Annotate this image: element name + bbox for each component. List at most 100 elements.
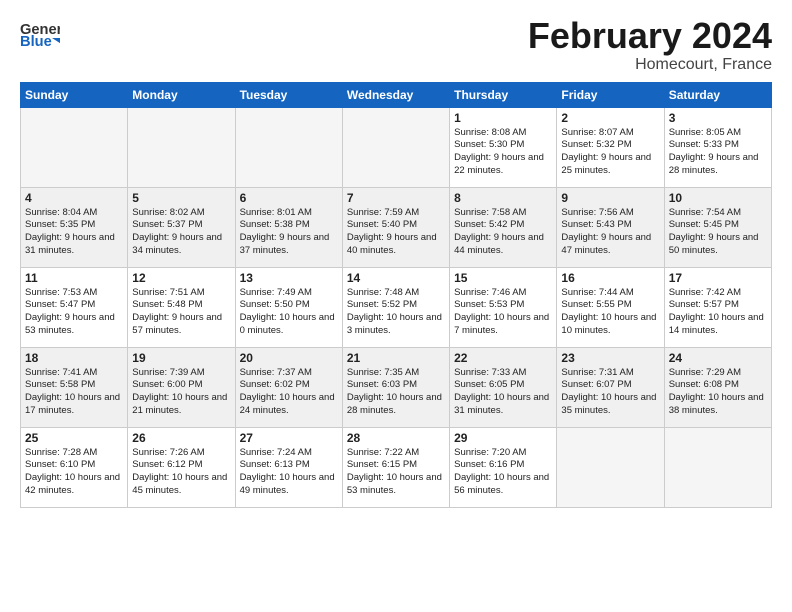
- day-number: 11: [25, 271, 123, 285]
- calendar-cell: 16 Sunrise: 7:44 AM Sunset: 5:55 PM Dayli…: [557, 267, 664, 347]
- calendar-week-row: 1 Sunrise: 8:08 AM Sunset: 5:30 PM Daylig…: [21, 107, 772, 187]
- cell-info: Sunrise: 7:28 AM Sunset: 6:10 PM Dayligh…: [25, 447, 123, 498]
- title-section: February 2024 Homecourt, France: [528, 16, 772, 74]
- day-number: 7: [347, 191, 445, 205]
- day-number: 26: [132, 431, 230, 445]
- day-number: 2: [561, 111, 659, 125]
- day-number: 25: [25, 431, 123, 445]
- calendar-week-row: 4Sunrise: 8:04 AM Sunset: 5:35 PM Daylig…: [21, 187, 772, 267]
- calendar-cell: 14 Sunrise: 7:48 AM Sunset: 5:52 PM Dayli…: [342, 267, 449, 347]
- day-number: 28: [347, 431, 445, 445]
- calendar-header-saturday: Saturday: [664, 82, 771, 107]
- calendar-cell: 3 Sunrise: 8:05 AM Sunset: 5:33 PM Daylig…: [664, 107, 771, 187]
- logo: General Blue: [20, 16, 64, 56]
- cell-info: Sunrise: 7:53 AM Sunset: 5:47 PM Dayligh…: [25, 287, 123, 338]
- location: Homecourt, France: [528, 56, 772, 74]
- calendar-cell: 10Sunrise: 7:54 AM Sunset: 5:45 PM Dayli…: [664, 187, 771, 267]
- day-number: 22: [454, 351, 552, 365]
- calendar-cell: [235, 107, 342, 187]
- calendar-cell: 13 Sunrise: 7:49 AM Sunset: 5:50 PM Dayli…: [235, 267, 342, 347]
- day-number: 9: [561, 191, 659, 205]
- cell-info: Sunrise: 8:01 AM Sunset: 5:38 PM Dayligh…: [240, 207, 338, 258]
- calendar-cell: 25 Sunrise: 7:28 AM Sunset: 6:10 PM Dayli…: [21, 427, 128, 507]
- calendar-cell: 17Sunrise: 7:42 AM Sunset: 5:57 PM Dayli…: [664, 267, 771, 347]
- cell-info: Sunrise: 8:05 AM Sunset: 5:33 PM Dayligh…: [669, 127, 767, 178]
- calendar-cell: 23Sunrise: 7:31 AM Sunset: 6:07 PM Dayli…: [557, 347, 664, 427]
- calendar-header-monday: Monday: [128, 82, 235, 107]
- cell-info: Sunrise: 7:22 AM Sunset: 6:15 PM Dayligh…: [347, 447, 445, 498]
- cell-info: Sunrise: 7:58 AM Sunset: 5:42 PM Dayligh…: [454, 207, 552, 258]
- cell-info: Sunrise: 7:35 AM Sunset: 6:03 PM Dayligh…: [347, 367, 445, 418]
- calendar-cell: 18 Sunrise: 7:41 AM Sunset: 5:58 PM Dayli…: [21, 347, 128, 427]
- calendar-header-tuesday: Tuesday: [235, 82, 342, 107]
- calendar-week-row: 18 Sunrise: 7:41 AM Sunset: 5:58 PM Dayli…: [21, 347, 772, 427]
- calendar-cell: 27Sunrise: 7:24 AM Sunset: 6:13 PM Dayli…: [235, 427, 342, 507]
- day-number: 13: [240, 271, 338, 285]
- calendar-week-row: 25 Sunrise: 7:28 AM Sunset: 6:10 PM Dayli…: [21, 427, 772, 507]
- day-number: 19: [132, 351, 230, 365]
- calendar-cell: 12Sunrise: 7:51 AM Sunset: 5:48 PM Dayli…: [128, 267, 235, 347]
- day-number: 14: [347, 271, 445, 285]
- calendar-cell: 7Sunrise: 7:59 AM Sunset: 5:40 PM Daylig…: [342, 187, 449, 267]
- calendar-cell: 4Sunrise: 8:04 AM Sunset: 5:35 PM Daylig…: [21, 187, 128, 267]
- calendar-header-sunday: Sunday: [21, 82, 128, 107]
- svg-text:Blue: Blue: [20, 34, 52, 50]
- day-number: 18: [25, 351, 123, 365]
- calendar-cell: [557, 427, 664, 507]
- calendar-cell: [664, 427, 771, 507]
- calendar-cell: 1 Sunrise: 8:08 AM Sunset: 5:30 PM Daylig…: [450, 107, 557, 187]
- calendar-cell: [342, 107, 449, 187]
- cell-info: Sunrise: 7:44 AM Sunset: 5:55 PM Dayligh…: [561, 287, 659, 338]
- calendar-table: SundayMondayTuesdayWednesdayThursdayFrid…: [20, 82, 772, 508]
- cell-info: Sunrise: 7:20 AM Sunset: 6:16 PM Dayligh…: [454, 447, 552, 498]
- calendar-cell: 28 Sunrise: 7:22 AM Sunset: 6:15 PM Dayli…: [342, 427, 449, 507]
- calendar-cell: 24 Sunrise: 7:29 AM Sunset: 6:08 PM Dayli…: [664, 347, 771, 427]
- calendar-cell: 26 Sunrise: 7:26 AM Sunset: 6:12 PM Dayli…: [128, 427, 235, 507]
- day-number: 1: [454, 111, 552, 125]
- cell-info: Sunrise: 8:07 AM Sunset: 5:32 PM Dayligh…: [561, 127, 659, 178]
- calendar-cell: 21 Sunrise: 7:35 AM Sunset: 6:03 PM Dayli…: [342, 347, 449, 427]
- cell-info: Sunrise: 7:56 AM Sunset: 5:43 PM Dayligh…: [561, 207, 659, 258]
- calendar-cell: 22 Sunrise: 7:33 AM Sunset: 6:05 PM Dayli…: [450, 347, 557, 427]
- day-number: 24: [669, 351, 767, 365]
- day-number: 20: [240, 351, 338, 365]
- cell-info: Sunrise: 7:51 AM Sunset: 5:48 PM Dayligh…: [132, 287, 230, 338]
- calendar-cell: 11 Sunrise: 7:53 AM Sunset: 5:47 PM Dayli…: [21, 267, 128, 347]
- day-number: 15: [454, 271, 552, 285]
- calendar-header-row: SundayMondayTuesdayWednesdayThursdayFrid…: [21, 82, 772, 107]
- cell-info: Sunrise: 7:29 AM Sunset: 6:08 PM Dayligh…: [669, 367, 767, 418]
- calendar-cell: [21, 107, 128, 187]
- day-number: 29: [454, 431, 552, 445]
- calendar-cell: 19 Sunrise: 7:39 AM Sunset: 6:00 PM Dayli…: [128, 347, 235, 427]
- month-title: February 2024: [528, 16, 772, 56]
- cell-info: Sunrise: 7:37 AM Sunset: 6:02 PM Dayligh…: [240, 367, 338, 418]
- calendar-cell: 5Sunrise: 8:02 AM Sunset: 5:37 PM Daylig…: [128, 187, 235, 267]
- day-number: 10: [669, 191, 767, 205]
- calendar-cell: 15 Sunrise: 7:46 AM Sunset: 5:53 PM Dayli…: [450, 267, 557, 347]
- day-number: 3: [669, 111, 767, 125]
- calendar-week-row: 11 Sunrise: 7:53 AM Sunset: 5:47 PM Dayli…: [21, 267, 772, 347]
- cell-info: Sunrise: 7:48 AM Sunset: 5:52 PM Dayligh…: [347, 287, 445, 338]
- calendar-cell: 2 Sunrise: 8:07 AM Sunset: 5:32 PM Daylig…: [557, 107, 664, 187]
- day-number: 4: [25, 191, 123, 205]
- cell-info: Sunrise: 7:33 AM Sunset: 6:05 PM Dayligh…: [454, 367, 552, 418]
- calendar-cell: 20 Sunrise: 7:37 AM Sunset: 6:02 PM Dayli…: [235, 347, 342, 427]
- cell-info: Sunrise: 8:08 AM Sunset: 5:30 PM Dayligh…: [454, 127, 552, 178]
- day-number: 23: [561, 351, 659, 365]
- page: General Blue February 2024 Homecourt, Fr…: [0, 0, 792, 612]
- day-number: 5: [132, 191, 230, 205]
- day-number: 21: [347, 351, 445, 365]
- cell-info: Sunrise: 7:49 AM Sunset: 5:50 PM Dayligh…: [240, 287, 338, 338]
- cell-info: Sunrise: 7:24 AM Sunset: 6:13 PM Dayligh…: [240, 447, 338, 498]
- cell-info: Sunrise: 7:46 AM Sunset: 5:53 PM Dayligh…: [454, 287, 552, 338]
- day-number: 16: [561, 271, 659, 285]
- calendar-header-wednesday: Wednesday: [342, 82, 449, 107]
- cell-info: Sunrise: 7:39 AM Sunset: 6:00 PM Dayligh…: [132, 367, 230, 418]
- cell-info: Sunrise: 7:42 AM Sunset: 5:57 PM Dayligh…: [669, 287, 767, 338]
- cell-info: Sunrise: 7:26 AM Sunset: 6:12 PM Dayligh…: [132, 447, 230, 498]
- calendar-header-friday: Friday: [557, 82, 664, 107]
- calendar-cell: 6Sunrise: 8:01 AM Sunset: 5:38 PM Daylig…: [235, 187, 342, 267]
- calendar-cell: 8Sunrise: 7:58 AM Sunset: 5:42 PM Daylig…: [450, 187, 557, 267]
- calendar-header-thursday: Thursday: [450, 82, 557, 107]
- cell-info: Sunrise: 7:41 AM Sunset: 5:58 PM Dayligh…: [25, 367, 123, 418]
